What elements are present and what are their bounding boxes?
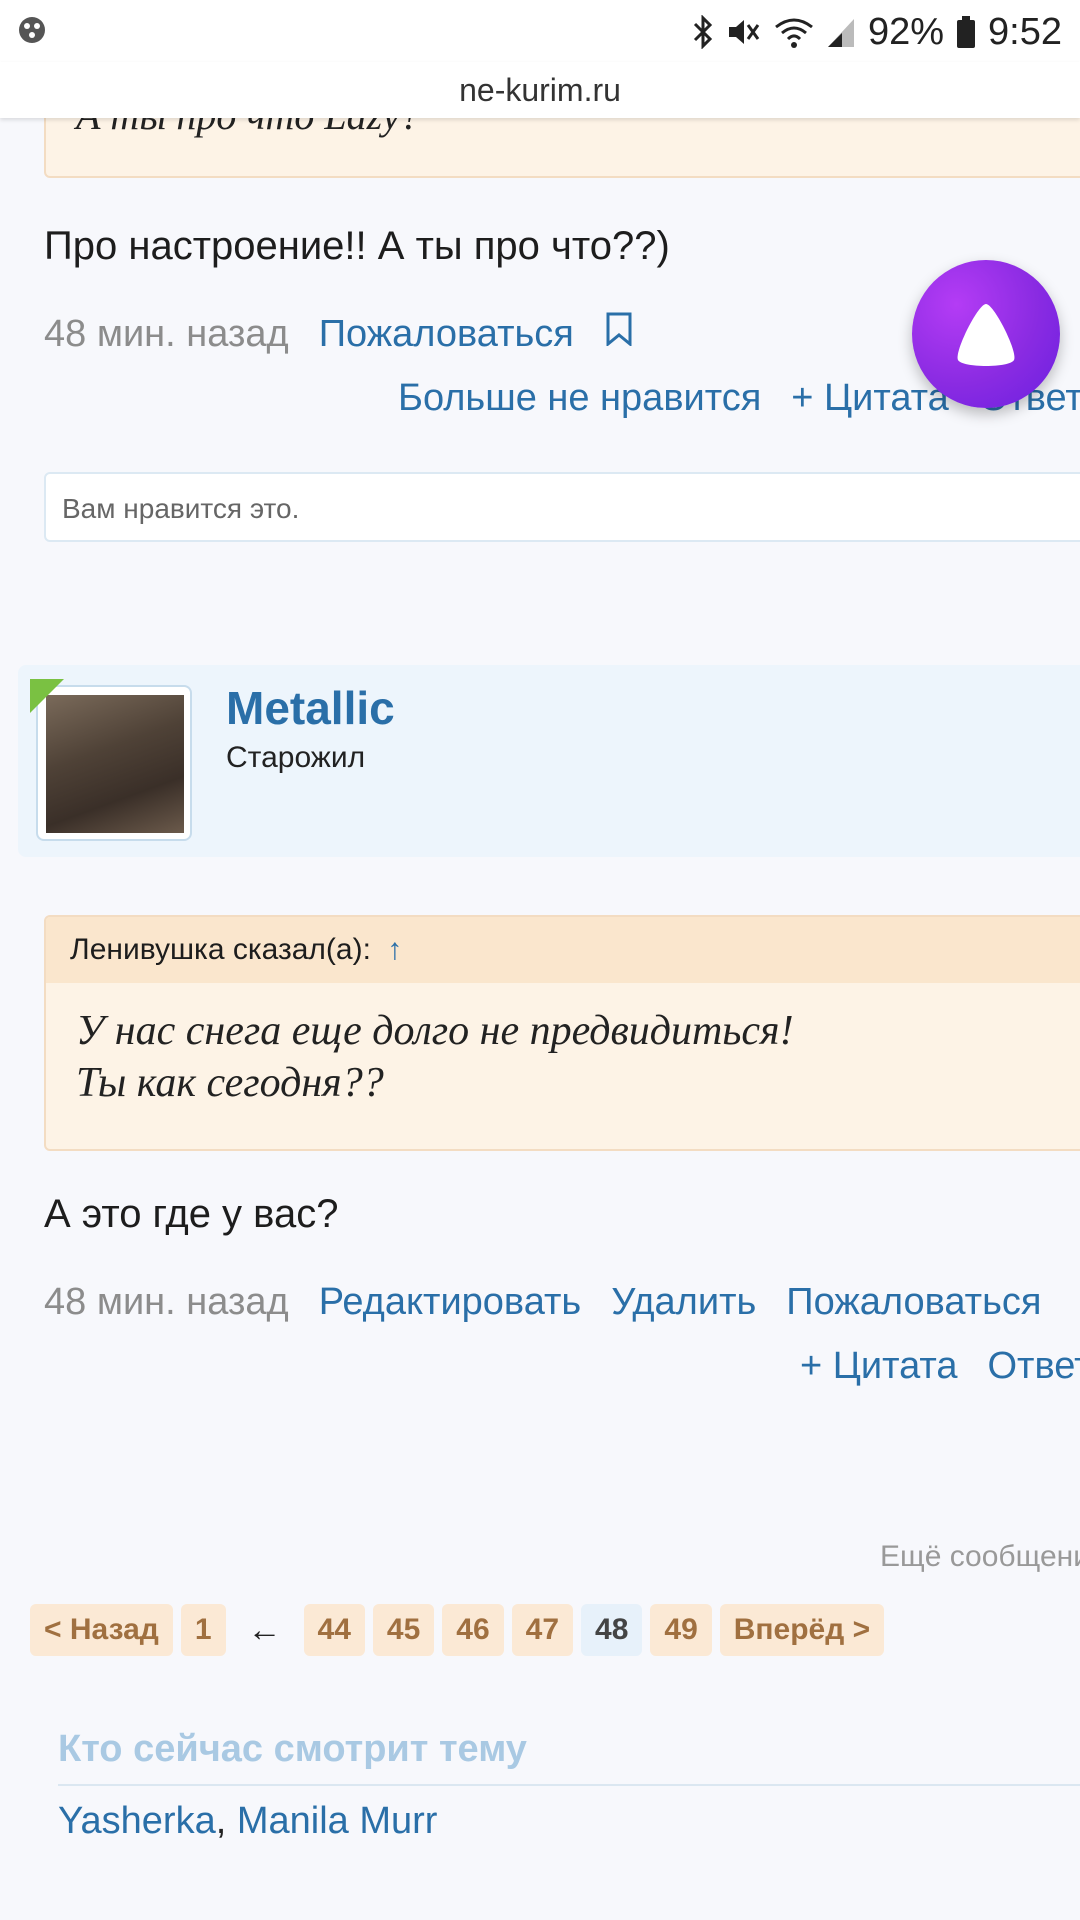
quote-line: У нас снега еще долго не предвидиться!: [76, 1008, 794, 1054]
divider: [58, 1784, 1080, 1786]
status-bar: 92% 9:52: [0, 0, 1080, 62]
delete-link[interactable]: Удалить: [611, 1281, 756, 1324]
bookmark-icon[interactable]: [604, 312, 634, 356]
more-messages-link[interactable]: Ещё сообщения: [880, 1540, 1080, 1574]
avatar-image: [46, 695, 184, 833]
quote-source-arrow-icon[interactable]: ↑: [387, 933, 402, 966]
page-link[interactable]: 49: [650, 1604, 712, 1656]
post-meta: 48 мин. назад Пожаловаться: [44, 310, 634, 358]
page-current: 48: [581, 1604, 643, 1656]
report-link[interactable]: Пожаловаться: [786, 1281, 1041, 1324]
voice-assistant-button[interactable]: [912, 260, 1060, 408]
page-link-1[interactable]: 1: [180, 1604, 226, 1656]
battery-icon: [956, 15, 976, 49]
mute-icon: [726, 15, 762, 49]
post-message: Про настроение!! А ты про что??): [44, 224, 670, 268]
separator: ,: [215, 1800, 227, 1842]
app-notification-icon: [19, 17, 45, 43]
quote-link[interactable]: + Цитата: [791, 377, 948, 420]
watching-title: Кто сейчас смотрит тему: [58, 1728, 527, 1770]
watching-user-link[interactable]: Manila Murr: [237, 1800, 438, 1842]
page-link[interactable]: 44: [303, 1604, 365, 1656]
unlike-link[interactable]: Больше не нравится: [398, 377, 761, 420]
next-page-button[interactable]: Вперёд >: [719, 1604, 885, 1656]
page-link[interactable]: 46: [442, 1604, 504, 1656]
post-meta: 48 мин. назад Редактировать Удалить Пожа…: [44, 1278, 1041, 1326]
post-actions: + Цитата Ответить: [800, 1342, 1080, 1390]
signal-icon: [826, 15, 856, 49]
page-link[interactable]: 45: [372, 1604, 435, 1656]
online-indicator: [30, 679, 64, 713]
page-skip-arrow[interactable]: ←: [234, 1604, 296, 1656]
quote-block: Ленивушка сказал(а): ↑ У нас снега еще д…: [44, 915, 1080, 1151]
page-link[interactable]: 47: [511, 1604, 574, 1656]
url-bar[interactable]: ne-kurim.ru: [0, 62, 1080, 118]
page: 92% 9:52 ne-kurim.ru А ты про что Lazy? …: [0, 0, 1080, 1920]
post-time[interactable]: 48 мин. назад: [44, 313, 289, 356]
quote-link[interactable]: + Цитата: [800, 1345, 957, 1388]
bluetooth-icon: [692, 15, 714, 49]
quote-author: Ленивушка сказал(а):: [70, 933, 371, 966]
quote-body: У нас снега еще долго не предвидиться! Т…: [76, 1005, 794, 1109]
wifi-icon: [774, 15, 814, 49]
edit-link[interactable]: Редактировать: [319, 1281, 582, 1324]
user-header: Metallic Старожил: [18, 665, 1080, 857]
quote-line: Ты как сегодня??: [76, 1060, 384, 1106]
reply-link[interactable]: Ответить: [987, 1345, 1080, 1388]
prev-page-button[interactable]: < Назад: [30, 1604, 173, 1656]
post-time[interactable]: 48 мин. назад: [44, 1281, 289, 1324]
battery-percent: 92%: [867, 10, 945, 53]
like-summary: Вам нравится это.: [44, 472, 1080, 542]
user-title: Старожил: [226, 741, 366, 774]
post-message: А это где у вас?: [44, 1192, 339, 1236]
clock: 9:52: [988, 10, 1062, 53]
pagination: < Назад 1 ← 44 45 46 47 48 49 Вперёд >: [30, 1604, 885, 1656]
report-link[interactable]: Пожаловаться: [319, 313, 574, 356]
assistant-icon: [957, 304, 1015, 366]
quote-header: Ленивушка сказал(а): ↑: [46, 917, 1080, 983]
username[interactable]: Metallic: [226, 681, 395, 735]
watching-user-link[interactable]: Yasherka: [58, 1800, 216, 1842]
watching-users: Yasherka, Manila Murr: [58, 1800, 437, 1843]
